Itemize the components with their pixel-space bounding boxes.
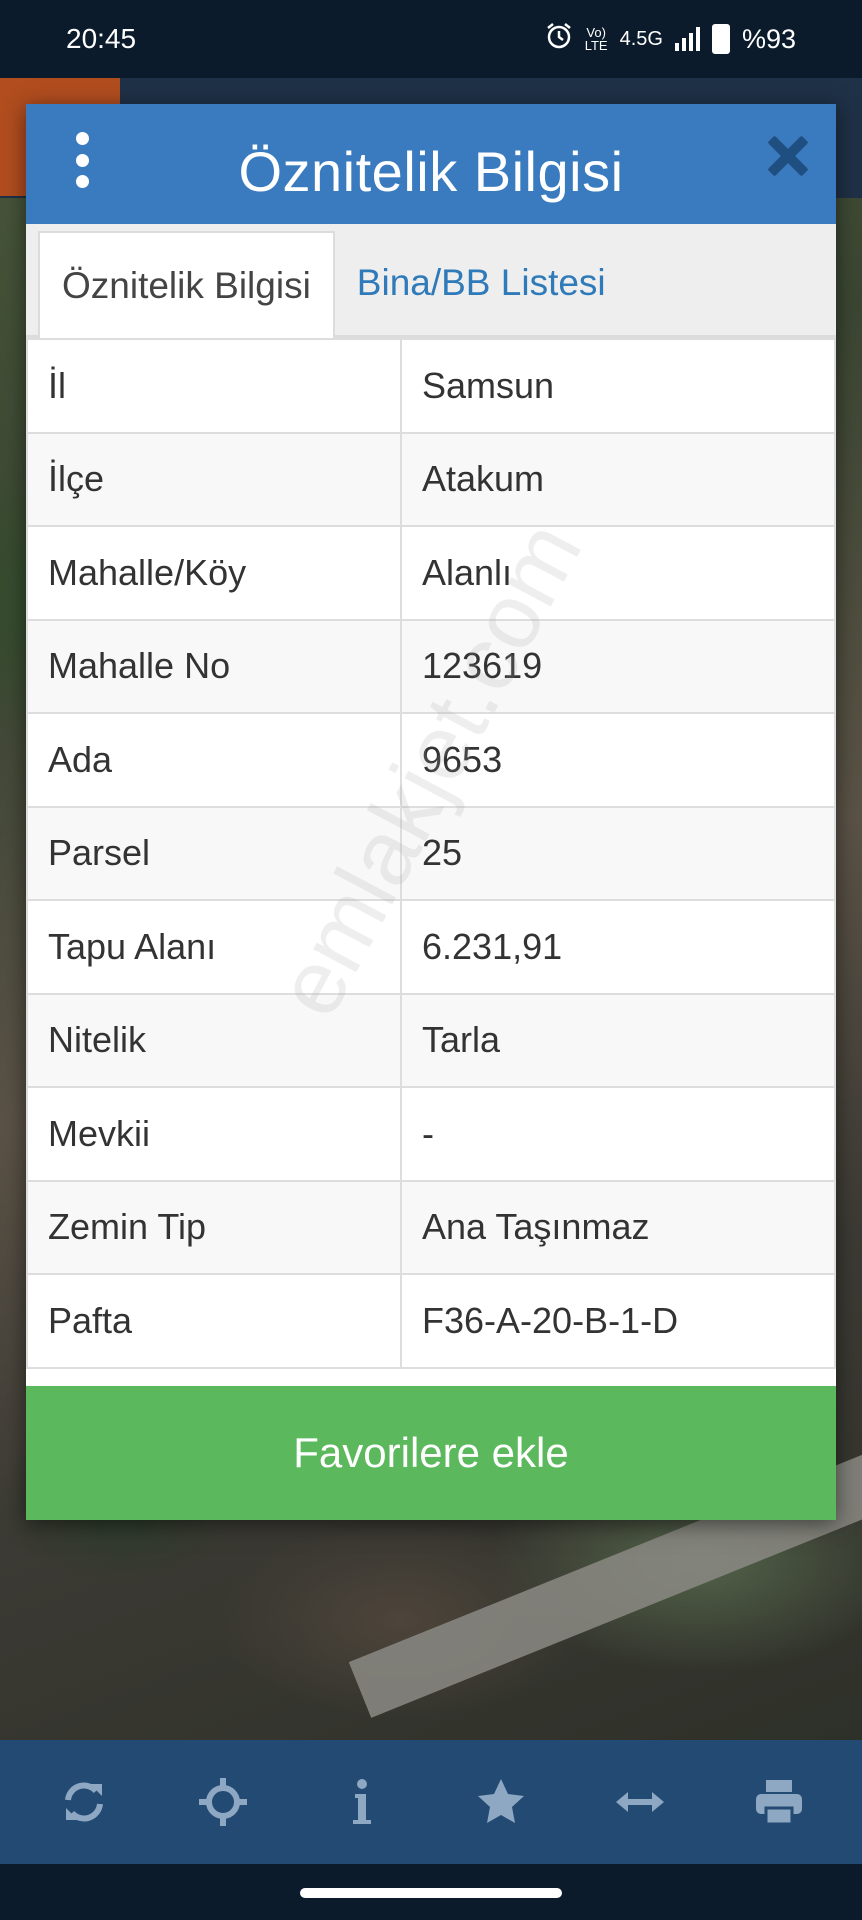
- network-type: 4.5G: [619, 27, 663, 50]
- table-row: Zemin Tip Ana Taşınmaz: [26, 1179, 836, 1275]
- table-row: Pafta F36-A-20-B-1-D: [26, 1273, 836, 1369]
- row-key: Mahalle No: [26, 618, 402, 714]
- row-value: Atakum: [400, 431, 836, 527]
- table-row: Mahalle/Köy Alanlı: [26, 525, 836, 621]
- battery-icon: [711, 24, 730, 54]
- row-key: Mevkii: [26, 1086, 402, 1182]
- system-nav-bar: [0, 1864, 862, 1920]
- dialog-header: Öznitelik Bilgisi: [26, 104, 836, 224]
- close-icon[interactable]: [766, 134, 810, 178]
- volte-icon: Vo) LTE: [584, 25, 608, 53]
- status-time: 20:45: [66, 23, 137, 54]
- measure-icon[interactable]: [600, 1762, 680, 1842]
- row-value: 25: [400, 805, 836, 901]
- row-value: 9653: [400, 712, 836, 808]
- tab-bar: Öznitelik Bilgisi Bina/BB Listesi: [26, 224, 836, 338]
- table-row: Nitelik Tarla: [26, 992, 836, 1088]
- row-key: İlçe: [26, 431, 402, 527]
- table-row: İlçe Atakum: [26, 431, 836, 527]
- row-value: Samsun: [400, 338, 836, 434]
- row-value: F36-A-20-B-1-D: [400, 1273, 836, 1369]
- attribute-table: İl Samsun İlçe Atakum Mahalle/Köy Alanlı Ma…: [26, 338, 836, 1369]
- status-bar: 20:45 Vo) LTE 4.5G %93: [0, 0, 862, 78]
- tab-building-list[interactable]: Bina/BB Listesi: [335, 231, 628, 335]
- battery-level: %93: [741, 23, 796, 54]
- row-key: Mahalle/Köy: [26, 525, 402, 621]
- status-icons: Vo) LTE 4.5G %93: [545, 22, 796, 57]
- more-options-icon[interactable]: [72, 132, 92, 188]
- row-key: Zemin Tip: [26, 1179, 402, 1275]
- row-key: Parsel: [26, 805, 402, 901]
- row-key: Pafta: [26, 1273, 402, 1369]
- info-icon[interactable]: [322, 1762, 402, 1842]
- row-value: 6.231,91: [400, 899, 836, 995]
- attribute-dialog: Öznitelik Bilgisi Öznitelik Bilgisi Bina…: [26, 104, 836, 1520]
- row-key: Ada: [26, 712, 402, 808]
- bottom-toolbar: [0, 1740, 862, 1864]
- table-row: Ada 9653: [26, 712, 836, 808]
- signal-icon: [674, 27, 700, 51]
- alarm-icon: [545, 22, 573, 57]
- row-value: Ana Taşınmaz: [400, 1179, 836, 1275]
- locate-icon[interactable]: [183, 1762, 263, 1842]
- home-gesture-bar[interactable]: [300, 1888, 562, 1898]
- table-row: Mahalle No 123619: [26, 618, 836, 714]
- row-key: Nitelik: [26, 992, 402, 1088]
- row-value: Tarla: [400, 992, 836, 1088]
- refresh-icon[interactable]: [44, 1762, 124, 1842]
- dialog-title: Öznitelik Bilgisi: [238, 139, 624, 203]
- add-favorite-button[interactable]: Favorilere ekle: [26, 1386, 836, 1520]
- row-key: Tapu Alanı: [26, 899, 402, 995]
- print-icon[interactable]: [739, 1762, 819, 1842]
- table-row: İl Samsun: [26, 338, 836, 434]
- table-row: Mevkii -: [26, 1086, 836, 1182]
- table-row: Parsel 25: [26, 805, 836, 901]
- tab-attribute-info[interactable]: Öznitelik Bilgisi: [38, 231, 335, 338]
- row-value: -: [400, 1086, 836, 1182]
- star-icon[interactable]: [461, 1762, 541, 1842]
- row-value: 123619: [400, 618, 836, 714]
- table-row: Tapu Alanı 6.231,91: [26, 899, 836, 995]
- row-key: İl: [26, 338, 402, 434]
- row-value: Alanlı: [400, 525, 836, 621]
